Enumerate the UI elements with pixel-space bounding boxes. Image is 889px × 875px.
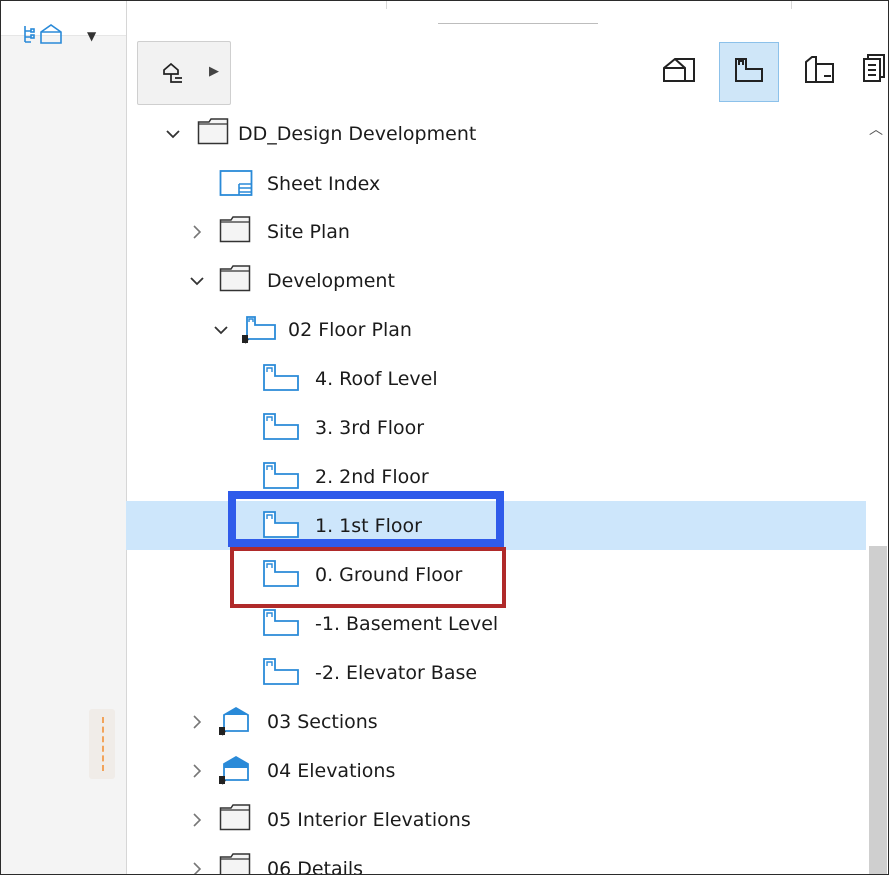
panel-resize-handle[interactable] bbox=[89, 709, 115, 779]
panel-drag-bar[interactable] bbox=[438, 23, 598, 24]
tree-item[interactable]: Site Plan bbox=[126, 207, 866, 256]
tree-item-label: Development bbox=[267, 269, 395, 292]
folder-icon bbox=[219, 852, 251, 874]
tree-item-label: 3. 3rd Floor bbox=[315, 416, 425, 439]
divider bbox=[791, 1, 792, 9]
publisher-sets-icon bbox=[860, 53, 886, 91]
chevron-down-icon: ▼ bbox=[87, 29, 97, 43]
chevron-down-icon[interactable] bbox=[188, 272, 206, 290]
view-map-icon bbox=[732, 55, 766, 89]
sheet-index-icon bbox=[219, 169, 253, 201]
chevron-down-icon[interactable] bbox=[164, 125, 182, 143]
floor-plan-icon bbox=[261, 558, 301, 594]
tree-item-label: 06 Details bbox=[267, 857, 364, 875]
chevron-right-icon[interactable] bbox=[188, 860, 206, 874]
chevron-right-icon[interactable] bbox=[188, 223, 206, 241]
divider bbox=[386, 1, 387, 9]
tree-item-label: 03 Sections bbox=[267, 710, 378, 733]
floor-plan-icon bbox=[261, 460, 301, 496]
publisher-sets-button[interactable] bbox=[859, 42, 888, 102]
folder-icon bbox=[219, 264, 251, 296]
tree-item-label: DD_Design Development bbox=[238, 122, 477, 145]
floor-plan-icon bbox=[261, 656, 301, 692]
tree-item[interactable]: -1. Basement Level bbox=[126, 599, 866, 648]
navigator-view-buttons bbox=[649, 41, 888, 103]
tree-item[interactable]: Sheet Index bbox=[126, 159, 866, 208]
tree-item-selected[interactable]: 1. 1st Floor bbox=[126, 501, 866, 550]
tree-item-label: -1. Basement Level bbox=[315, 612, 499, 635]
tree-item-label: Sheet Index bbox=[267, 172, 381, 195]
floor-plan-icon bbox=[261, 362, 301, 398]
tree-item[interactable]: DD_Design Development bbox=[126, 109, 866, 158]
navigator-panel: ▼ ▶ ︿ DD_Design Development Sheet Index … bbox=[0, 0, 889, 875]
chevron-right-icon[interactable] bbox=[188, 713, 206, 731]
tree-item[interactable]: 2. 2nd Floor bbox=[126, 452, 866, 501]
tree-item[interactable]: 03 Sections bbox=[126, 697, 866, 746]
floor-plan-icon bbox=[261, 411, 301, 447]
tree-item-label: Site Plan bbox=[267, 220, 350, 243]
tree-item[interactable]: 05 Interior Elevations bbox=[126, 795, 866, 844]
tree-item[interactable]: 06 Details bbox=[126, 844, 866, 875]
tree-item-label: 05 Interior Elevations bbox=[267, 808, 471, 831]
tree-item-label: -2. Elevator Base bbox=[315, 661, 478, 684]
tree-item-label: 02 Floor Plan bbox=[288, 318, 412, 341]
chevron-up-icon[interactable]: ︿ bbox=[869, 119, 883, 139]
tree-options-icon bbox=[160, 60, 186, 90]
tree-item-label: 0. Ground Floor bbox=[315, 563, 463, 586]
tree-item[interactable]: 3. 3rd Floor bbox=[126, 403, 866, 452]
tree-item[interactable]: Development bbox=[126, 256, 866, 305]
tree-item[interactable]: 4. Roof Level bbox=[126, 354, 866, 403]
project-map-icon bbox=[661, 56, 697, 88]
layout-book-icon bbox=[802, 54, 836, 90]
navigator-mode-dropdown[interactable]: ▼ bbox=[23, 21, 113, 51]
folder-icon bbox=[219, 215, 251, 247]
tree-item-label: 2. 2nd Floor bbox=[315, 465, 429, 488]
tree-item[interactable]: -2. Elevator Base bbox=[126, 648, 866, 697]
view-map-button[interactable] bbox=[719, 42, 779, 102]
elevation-folder-icon bbox=[216, 754, 256, 790]
tree-item-label: 04 Elevations bbox=[267, 759, 396, 782]
folder-icon bbox=[197, 117, 229, 149]
chevron-right-icon: ▶ bbox=[209, 64, 219, 79]
tree-item-label: 4. Roof Level bbox=[315, 367, 438, 390]
project-map-button[interactable] bbox=[649, 42, 709, 102]
chevron-right-icon[interactable] bbox=[188, 811, 206, 829]
chevron-right-icon[interactable] bbox=[188, 762, 206, 780]
section-folder-icon bbox=[216, 705, 256, 741]
project-map-icon bbox=[23, 23, 81, 49]
tree-item-label: 1. 1st Floor bbox=[315, 514, 422, 537]
scrollbar-thumb[interactable] bbox=[869, 546, 887, 874]
folder-icon bbox=[219, 803, 251, 835]
tree-options-button[interactable]: ▶ bbox=[137, 41, 231, 105]
floor-plan-icon bbox=[261, 509, 301, 545]
chevron-down-icon[interactable] bbox=[212, 321, 230, 339]
floor-plan-icon bbox=[261, 607, 301, 643]
tree-item[interactable]: 0. Ground Floor bbox=[126, 550, 866, 599]
tree-item[interactable]: 02 Floor Plan bbox=[126, 305, 866, 354]
navigator-side-strip: ▼ bbox=[1, 1, 127, 874]
tree-item[interactable]: 04 Elevations bbox=[126, 746, 866, 795]
floor-plan-folder-icon bbox=[239, 313, 279, 349]
layout-book-button[interactable] bbox=[789, 42, 849, 102]
navigator-tree: DD_Design Development Sheet Index Site P… bbox=[126, 113, 866, 874]
